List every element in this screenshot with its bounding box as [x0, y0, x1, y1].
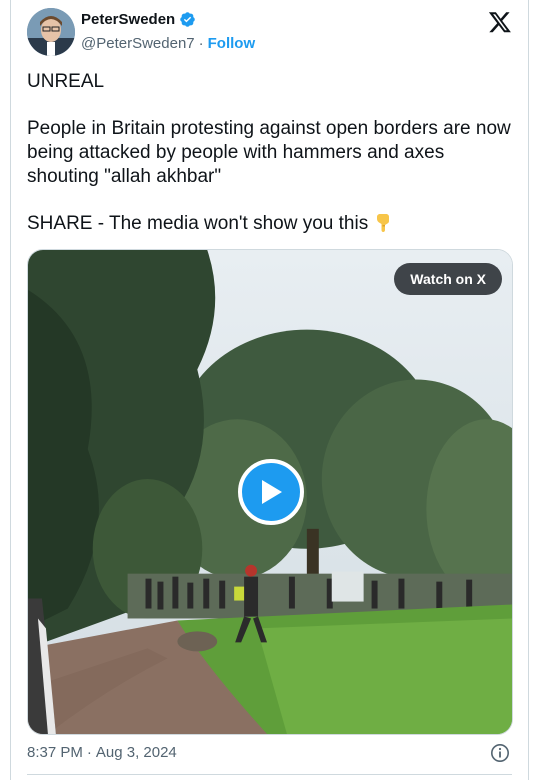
handle[interactable]: @PeterSweden7	[81, 35, 195, 52]
name-row: PeterSweden	[81, 11, 196, 28]
verified-badge-icon	[180, 12, 195, 27]
avatar[interactable]	[27, 8, 75, 56]
follow-button[interactable]: Follow	[208, 35, 256, 52]
play-button[interactable]	[238, 459, 304, 525]
tweet-text: UNREAL People in Britain protesting agai…	[27, 70, 517, 236]
play-icon	[262, 480, 282, 504]
tweet-line-share: SHARE - The media won't show you this	[27, 212, 517, 236]
separator: ·	[198, 35, 204, 52]
x-logo-icon[interactable]	[488, 10, 512, 34]
divider	[27, 774, 512, 775]
avatar-image	[27, 8, 75, 56]
display-name[interactable]: PeterSweden	[81, 11, 175, 28]
info-icon[interactable]	[490, 743, 510, 763]
timestamp-separator: ·	[86, 744, 92, 761]
tweet-line-unreal: UNREAL	[27, 71, 105, 92]
tweet-card: PeterSweden @PeterSweden7 · Follow UNREA…	[10, 0, 529, 780]
timestamp[interactable]: 8:37 PM · Aug 3, 2024	[27, 744, 177, 761]
tweet-line-body: People in Britain protesting against ope…	[27, 118, 511, 187]
handle-row: @PeterSweden7 · Follow	[81, 35, 255, 52]
pointing-down-emoji-icon	[377, 214, 390, 232]
tweet-time: 8:37 PM	[27, 744, 83, 761]
share-text: SHARE - The media won't show you this	[27, 213, 369, 234]
watch-on-x-button[interactable]: Watch on X	[394, 263, 502, 295]
tweet-date: Aug 3, 2024	[95, 744, 177, 761]
video-player[interactable]: Watch on X	[27, 249, 513, 735]
